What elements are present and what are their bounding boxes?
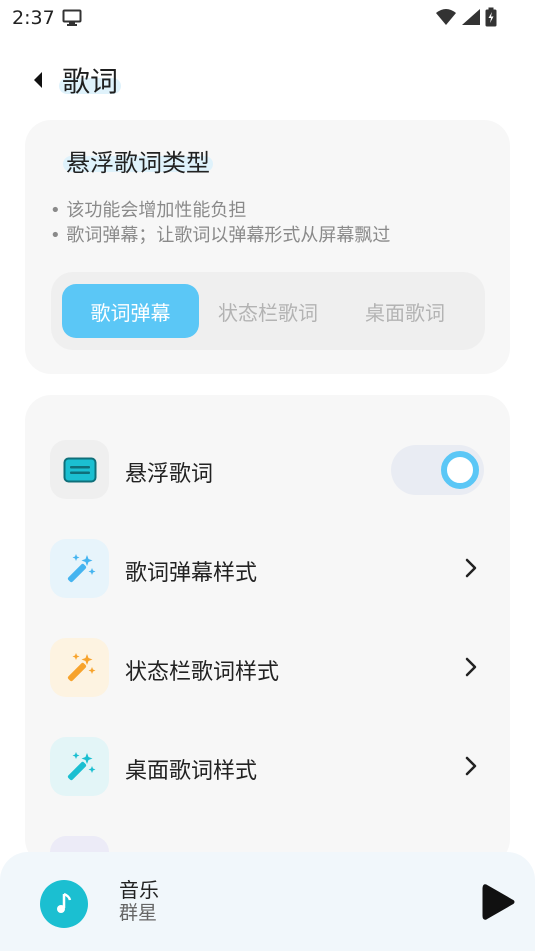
play-icon (482, 884, 515, 920)
battery-charging-icon (485, 7, 497, 31)
desc-line-2: • 歌词弹幕；让歌词以弹幕形式从屏幕飘过 (50, 225, 391, 246)
album-art[interactable] (40, 880, 88, 928)
header: 歌词 (0, 56, 535, 104)
chevron-right-icon (464, 557, 478, 583)
lyrics-type-description: • 该功能会增加性能负担 • 歌词弹幕；让歌词以弹幕形式从屏幕飘过 (50, 198, 390, 248)
page-title: 歌词 (58, 60, 122, 100)
floating-lyrics-toggle[interactable] (391, 445, 484, 495)
toggle-knob (441, 451, 479, 489)
option-desktop-lyrics[interactable]: 桌面歌词 (337, 284, 473, 338)
setting-label: 桌面歌词样式 (125, 759, 258, 784)
magic-wand-icon (50, 539, 109, 598)
signal-icon (461, 8, 481, 30)
setting-label: 歌词弹幕样式 (125, 561, 258, 586)
chevron-right-icon (464, 656, 478, 682)
magic-wand-icon (50, 737, 109, 796)
status-bar: 2:37 (0, 0, 535, 36)
subtitles-icon (50, 440, 109, 499)
option-statusbar-lyrics[interactable]: 状态栏歌词 (200, 284, 336, 338)
monitor-icon (62, 9, 82, 31)
chevron-right-icon (464, 755, 478, 781)
setting-label: 状态栏歌词样式 (125, 660, 280, 685)
setting-desktop-style[interactable]: 桌面歌词样式 (50, 737, 490, 797)
wifi-icon (435, 8, 457, 30)
mini-player[interactable]: 音乐 群星 (0, 852, 535, 951)
desc-line-1: • 该功能会增加性能负担 (50, 200, 247, 221)
lyrics-type-title: 悬浮歌词类型 (63, 143, 213, 178)
song-title: 音乐 (119, 878, 159, 902)
song-artist: 群星 (119, 902, 158, 924)
setting-label: 悬浮歌词 (125, 462, 214, 487)
back-button[interactable] (22, 64, 54, 96)
status-time: 2:37 (12, 7, 55, 29)
setting-statusbar-style[interactable]: 状态栏歌词样式 (50, 638, 490, 698)
magic-wand-icon (50, 638, 109, 697)
option-lyrics-barrage[interactable]: 歌词弹幕 (62, 284, 199, 338)
setting-floating-lyrics[interactable]: 悬浮歌词 (50, 440, 490, 500)
setting-barrage-style[interactable]: 歌词弹幕样式 (50, 539, 490, 599)
music-note-icon (57, 892, 72, 913)
play-button[interactable] (480, 882, 516, 926)
back-arrow-icon (34, 72, 42, 88)
